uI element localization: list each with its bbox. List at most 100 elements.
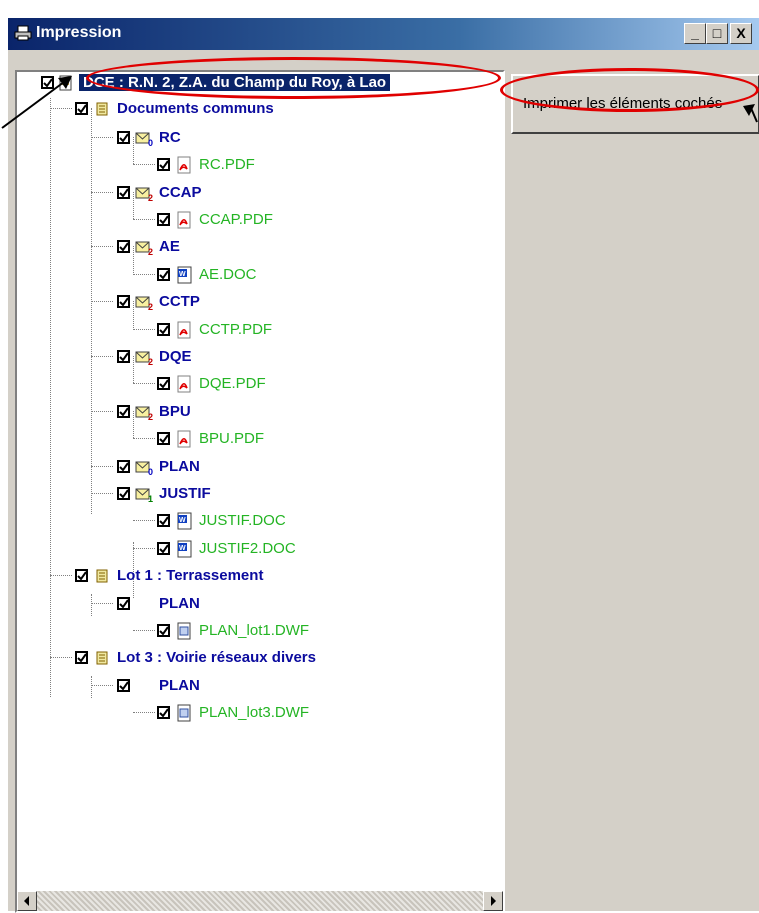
maximize-button[interactable]: □	[706, 23, 728, 44]
tree-node-lot1[interactable]: Lot 1 : Terrassement	[17, 565, 503, 587]
pdf-icon	[177, 321, 191, 339]
annotation-arrow-left	[1, 76, 72, 129]
tree-file[interactable]: BPU.PDF	[17, 428, 503, 450]
folder-label: AE	[159, 238, 180, 255]
tree-line	[50, 657, 72, 658]
checkbox[interactable]	[157, 514, 170, 527]
tree-node-lot3[interactable]: Lot 3 : Voirie réseaux divers	[17, 647, 503, 669]
tree-line	[133, 301, 134, 328]
print-checked-button[interactable]: Imprimer les éléments cochés	[511, 74, 759, 134]
tree-node-lot3-plan[interactable]: PLAN	[17, 675, 503, 697]
tree-line	[91, 301, 113, 302]
checkbox[interactable]	[117, 240, 130, 253]
folder-label: RC	[159, 129, 181, 146]
tree-file[interactable]: PLAN_lot3.DWF	[17, 702, 503, 724]
checkbox[interactable]	[117, 460, 130, 473]
horizontal-scrollbar[interactable]	[17, 891, 503, 911]
tree-line	[91, 137, 113, 138]
checkbox[interactable]	[75, 569, 88, 582]
tree-node-justif[interactable]: 1 JUSTIF	[17, 483, 503, 505]
tree-node-lot1-plan[interactable]: PLAN	[17, 593, 503, 615]
tree-line	[91, 466, 113, 467]
tree-node-plan[interactable]: 0 PLAN	[17, 456, 503, 478]
checkbox[interactable]	[157, 624, 170, 637]
checkbox[interactable]	[157, 323, 170, 336]
svg-text:2: 2	[148, 193, 153, 202]
envelope-icon: 2	[135, 241, 153, 256]
tree-line	[133, 274, 155, 275]
lot-label: Lot 3 : Voirie réseaux divers	[117, 649, 316, 666]
folder-label: Documents communs	[117, 100, 274, 117]
scroll-icon	[96, 569, 108, 583]
pdf-icon	[177, 211, 191, 229]
checkbox[interactable]	[117, 487, 130, 500]
tree-line	[91, 685, 113, 686]
print-window: Impression _ □ X DCE : R.N. 2, Z.A. du C…	[7, 17, 759, 913]
tree-file[interactable]: DQE.PDF	[17, 373, 503, 395]
checkbox[interactable]	[157, 377, 170, 390]
tree-file[interactable]: CCAP.PDF	[17, 209, 503, 231]
checkbox[interactable]	[117, 131, 130, 144]
minimize-button[interactable]: _	[684, 23, 706, 44]
tree-line	[133, 192, 134, 219]
checkbox[interactable]	[157, 213, 170, 226]
window-title: Impression	[36, 24, 122, 41]
scroll-track[interactable]	[37, 891, 483, 911]
folder-label: BPU	[159, 403, 191, 420]
close-button[interactable]: X	[730, 23, 752, 44]
tree-line	[133, 219, 155, 220]
svg-text:0: 0	[148, 467, 153, 476]
pdf-icon	[177, 375, 191, 393]
checkbox[interactable]	[117, 295, 130, 308]
checkbox[interactable]	[157, 706, 170, 719]
word-document-icon: W	[177, 266, 192, 284]
folder-label: PLAN	[159, 595, 200, 612]
scroll-left-button[interactable]	[17, 891, 37, 911]
file-label: CCTP.PDF	[199, 321, 273, 338]
root-label: DCE : R.N. 2, Z.A. du Champ du Roy, à La…	[79, 74, 391, 91]
envelope-icon: 2	[135, 187, 153, 202]
envelope-icon: 2	[135, 296, 153, 311]
tree-node-ae[interactable]: 2 AE	[17, 236, 503, 258]
tree-file[interactable]: PLAN_lot1.DWF	[17, 620, 503, 642]
scroll-right-button[interactable]	[483, 891, 503, 911]
tree-line	[133, 356, 134, 383]
tree-node-bpu[interactable]: 2 BPU	[17, 401, 503, 423]
checkbox[interactable]	[117, 597, 130, 610]
tree-node-ccap[interactable]: 2 CCAP	[17, 182, 503, 204]
tree-node-cctp[interactable]: 2 CCTP	[17, 291, 503, 313]
tree-file[interactable]: CCTP.PDF	[17, 319, 503, 341]
scroll-icon	[96, 102, 108, 116]
title-bar[interactable]: Impression _ □ X	[8, 18, 759, 50]
tree-line	[91, 356, 113, 357]
checkbox[interactable]	[157, 542, 170, 555]
tree-line	[91, 493, 113, 494]
tree-line	[133, 548, 155, 549]
lot-label: Lot 1 : Terrassement	[117, 567, 264, 584]
envelope-icon: 0	[135, 461, 153, 476]
checkbox[interactable]	[75, 651, 88, 664]
tree-file[interactable]: RC.PDF	[17, 154, 503, 176]
tree-node-dqe[interactable]: 2 DQE	[17, 346, 503, 368]
checkbox[interactable]	[157, 268, 170, 281]
file-label: AE.DOC	[199, 266, 257, 283]
printer-icon	[14, 25, 32, 41]
checkbox[interactable]	[117, 679, 130, 692]
tree-file[interactable]: W JUSTIF.DOC	[17, 510, 503, 532]
folder-label: JUSTIF	[159, 485, 211, 502]
checkbox[interactable]	[157, 432, 170, 445]
tree-file[interactable]: W AE.DOC	[17, 264, 503, 286]
dwf-drawing-icon	[177, 704, 191, 722]
checkbox[interactable]	[117, 186, 130, 199]
document-tree[interactable]: DCE : R.N. 2, Z.A. du Champ du Roy, à La…	[15, 70, 505, 913]
checkbox[interactable]	[117, 405, 130, 418]
tree-file[interactable]: W JUSTIF2.DOC	[17, 538, 503, 560]
file-label: RC.PDF	[199, 156, 255, 173]
checkbox[interactable]	[117, 350, 130, 363]
file-label: JUSTIF.DOC	[199, 512, 286, 529]
checkbox[interactable]	[157, 158, 170, 171]
envelope-icon: 0	[135, 132, 153, 147]
tree-line	[133, 246, 134, 273]
tree-line	[133, 137, 134, 164]
tree-line	[133, 712, 155, 713]
